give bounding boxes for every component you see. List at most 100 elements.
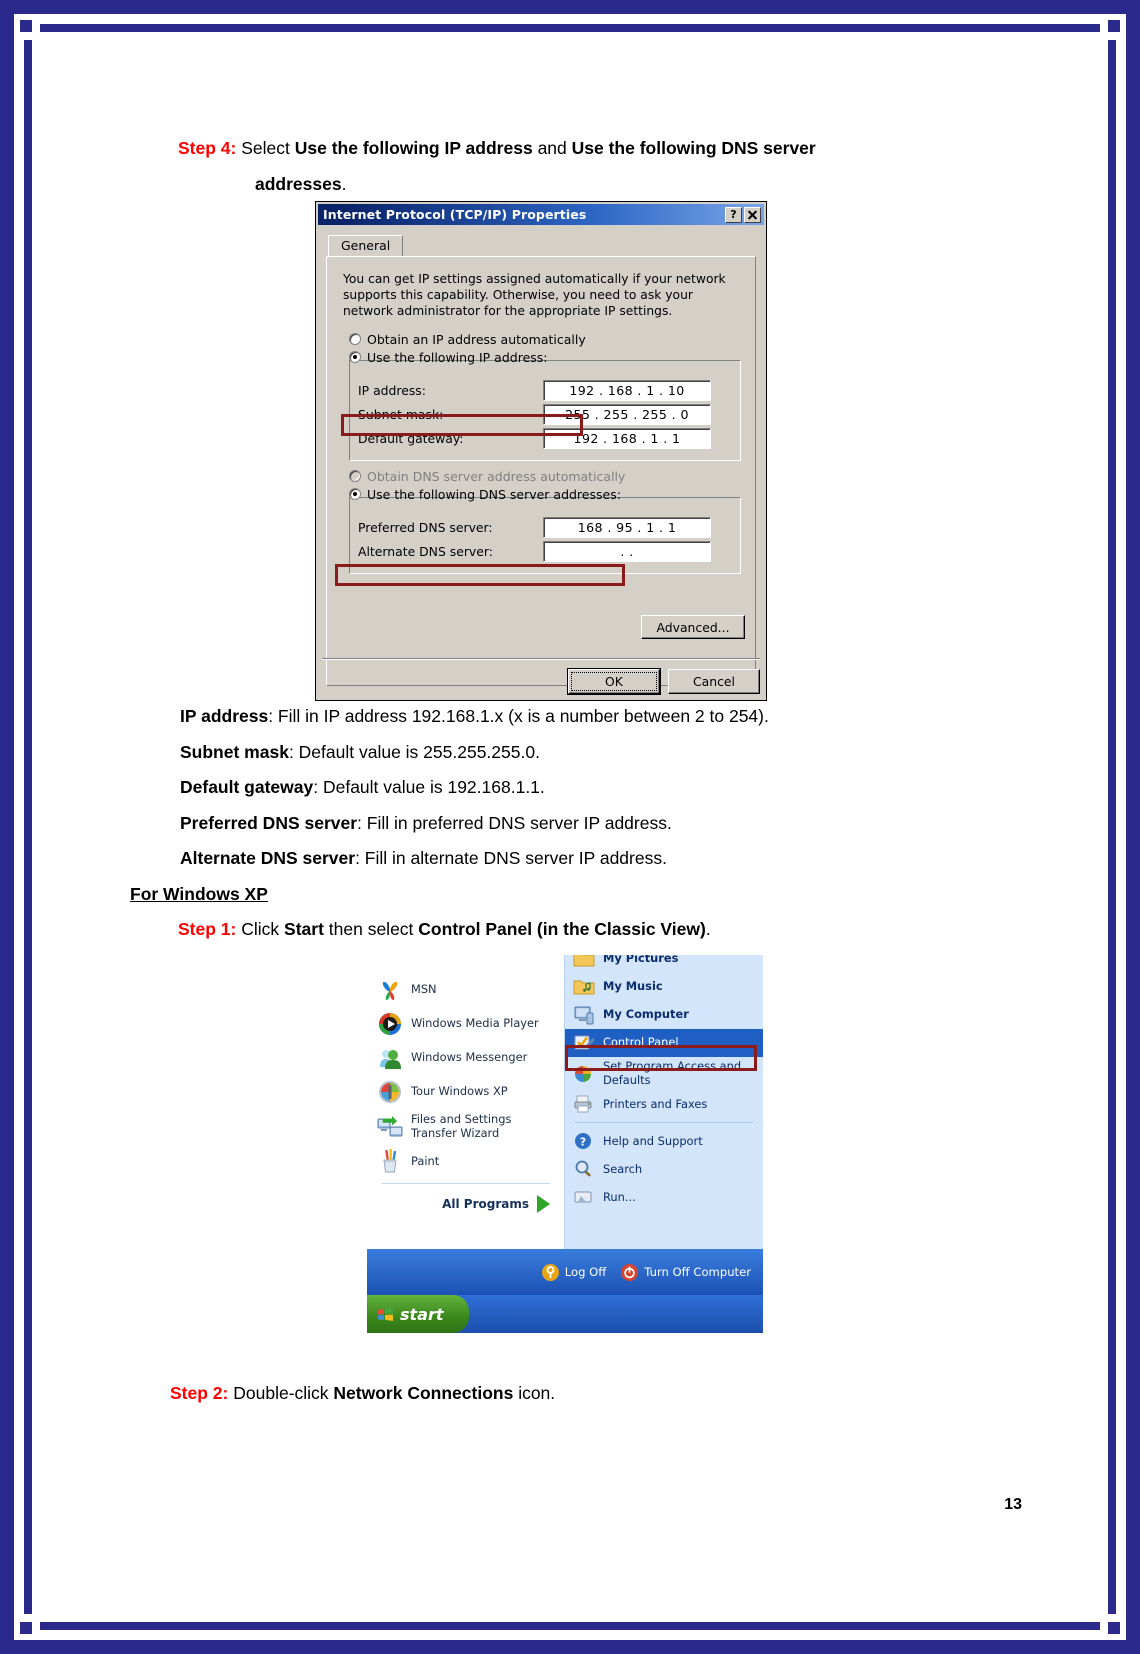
paint-icon: [377, 1148, 403, 1174]
dns-fields-group: Preferred DNS server: 168 . 95 . 1 . 1 A…: [349, 496, 741, 574]
start-menu-item-set-program-access-and-defaults[interactable]: Set Program Access and Defaults: [565, 1057, 763, 1090]
start-menu-item-label: Help and Support: [603, 1133, 703, 1148]
step2-label: Step 2:: [170, 1383, 229, 1403]
tcpip-properties-dialog: Internet Protocol (TCP/IP) Properties ? …: [316, 202, 766, 700]
start-menu-item-label: Run...: [603, 1189, 636, 1204]
dialog-footer: OK Cancel: [568, 669, 760, 694]
preferred-dns-row: Preferred DNS server: 168 . 95 . 1 . 1: [358, 516, 732, 538]
start-menu-item-printers-and-faxes[interactable]: Printers and Faxes: [565, 1090, 763, 1118]
start-menu-item-label: Set Program Access and Defaults: [603, 1059, 742, 1087]
turn-off-computer-button[interactable]: Turn Off Computer: [620, 1263, 751, 1282]
advanced-button[interactable]: Advanced...: [641, 615, 745, 639]
close-icon[interactable]: [744, 206, 761, 223]
start-menu-item-label: Windows Messenger: [411, 1050, 528, 1065]
alternate-dns-input[interactable]: . .: [543, 540, 711, 562]
start-menu-left-separator: [381, 1183, 550, 1185]
radio-button-icon[interactable]: [349, 333, 361, 346]
explanation-rest: : Default value is 192.168.1.1.: [313, 777, 545, 797]
explanation-rest: : Fill in alternate DNS server IP addres…: [355, 848, 667, 868]
start-menu-item-label: My Pictures: [603, 955, 679, 966]
section-heading-windows-xp: For Windows XP: [130, 884, 268, 904]
start-menu-item-label: Search: [603, 1161, 643, 1176]
explanation-alternate-dns: Alternate DNS server: Fill in alternate …: [180, 848, 667, 869]
ip-address-row: IP address: 192 . 168 . 1 . 10: [358, 379, 732, 401]
start-button[interactable]: start: [367, 1295, 469, 1333]
start-menu-item-tour-windows-xp[interactable]: Tour Windows XP: [367, 1075, 564, 1109]
alternate-dns-row: Alternate DNS server: . .: [358, 540, 732, 562]
preferred-dns-input[interactable]: 168 . 95 . 1 . 1: [543, 516, 711, 538]
start-menu-item-help-and-support[interactable]: ? Help and Support: [565, 1127, 763, 1155]
svg-text:?: ?: [580, 1136, 586, 1149]
explanation-default-gateway: Default gateway: Default value is 192.16…: [180, 777, 545, 798]
start-button-label: start: [400, 1304, 444, 1324]
control-panel-icon: [573, 1032, 595, 1054]
taskbar: start: [367, 1295, 763, 1333]
start-menu-item-control-panel[interactable]: Control Panel: [565, 1029, 763, 1057]
step1-bold-control-panel: Control Panel (in the Classic View): [418, 919, 706, 939]
tour-windows-icon: [377, 1079, 403, 1105]
radio-obtain-dns-automatically[interactable]: Obtain DNS server address automatically: [349, 469, 743, 484]
step1-instruction: Step 1: Click Start then select Control …: [178, 919, 711, 940]
preferred-dns-label: Preferred DNS server:: [358, 519, 493, 535]
dialog-titlebar: Internet Protocol (TCP/IP) Properties ?: [318, 204, 764, 225]
radio-use-following-dns[interactable]: Use the following DNS server addresses:: [349, 487, 743, 502]
run-icon: [573, 1186, 595, 1208]
start-menu-item-label: MSN: [411, 982, 437, 997]
page-number: 13: [1004, 1496, 1022, 1513]
step1-tail: .: [705, 919, 711, 939]
default-gateway-input[interactable]: 192 . 168 . 1 . 1: [543, 427, 711, 449]
ok-button[interactable]: OK: [568, 669, 660, 694]
log-off-icon: [541, 1263, 559, 1281]
triangle-right-icon: [537, 1195, 550, 1214]
log-off-button[interactable]: Log Off: [541, 1263, 606, 1282]
start-menu-item-label: My Computer: [603, 1007, 689, 1022]
dialog-separator: [322, 658, 760, 660]
explanation-term: Alternate DNS server: [180, 848, 356, 868]
start-menu-item-my-pictures[interactable]: My Pictures: [565, 955, 763, 973]
start-menu-item-windows-media-player[interactable]: Windows Media Player: [367, 1007, 564, 1041]
dialog-tabstrip: General: [328, 235, 756, 257]
radio-button-disabled-icon: [349, 470, 361, 483]
subnet-mask-row: Subnet mask: 255 . 255 . 255 . 0: [358, 403, 732, 425]
explanation-preferred-dns: Preferred DNS server: Fill in preferred …: [180, 813, 672, 834]
explanation-rest: : Fill in IP address 192.168.1.x (x is a…: [268, 706, 769, 726]
step2-tail: icon.: [518, 1383, 556, 1403]
dialog-title-text: Internet Protocol (TCP/IP) Properties: [323, 207, 587, 222]
start-menu-item-my-computer[interactable]: My Computer: [565, 1001, 763, 1029]
start-menu-item-paint[interactable]: Paint: [367, 1144, 564, 1178]
tab-general[interactable]: General: [328, 235, 404, 257]
radio-use-dns-label: Use the following DNS server addresses:: [367, 486, 621, 502]
help-icon[interactable]: ?: [725, 206, 742, 223]
explanation-rest: : Default value is 255.255.255.0.: [288, 742, 540, 762]
explanation-term: Subnet mask: [180, 742, 289, 762]
start-menu-item-label: Printers and Faxes: [603, 1096, 708, 1111]
start-menu-item-windows-messenger[interactable]: Windows Messenger: [367, 1041, 564, 1075]
radio-obtain-ip-automatically[interactable]: Obtain an IP address automatically: [349, 332, 743, 347]
radio-button-selected-icon[interactable]: [349, 488, 361, 501]
cancel-button[interactable]: Cancel: [668, 669, 760, 694]
start-menu-item-run[interactable]: Run...: [565, 1183, 763, 1211]
step4-instruction-cont: addresses.: [255, 172, 1035, 197]
start-menu-item-label: Windows Media Player: [411, 1016, 539, 1031]
search-magnifier-icon: [573, 1158, 595, 1180]
step1-bold-start: Start: [284, 919, 324, 939]
start-menu-screenshot: MSN Windows Media Player Windows Messeng…: [367, 955, 763, 1333]
start-menu-item-files-and-settings-transfer-wizard[interactable]: Files and Settings Transfer Wizard: [367, 1109, 564, 1144]
step4-bold-use-ip: Use the following IP address: [294, 138, 533, 158]
radio-button-selected-icon[interactable]: [349, 351, 361, 364]
subnet-mask-input[interactable]: 255 . 255 . 255 . 0: [543, 403, 711, 425]
start-menu-item-my-music[interactable]: My Music: [565, 973, 763, 1001]
explanation-subnet-mask: Subnet mask: Default value is 255.255.25…: [180, 742, 540, 763]
start-menu-item-search[interactable]: Search: [565, 1155, 763, 1183]
start-menu-item-msn[interactable]: MSN: [367, 973, 564, 1007]
start-menu-item-label: Control Panel: [603, 1035, 679, 1050]
focus-ring: [571, 672, 657, 691]
start-menu-all-programs[interactable]: All Programs: [367, 1189, 564, 1217]
document-content: Step 4: Select Use the following IP addr…: [0, 0, 1140, 1654]
ip-address-input[interactable]: 192 . 168 . 1 . 10: [543, 379, 711, 401]
step2-instruction: Step 2: Double-click Network Connections…: [170, 1383, 555, 1404]
start-menu-left-pane: MSN Windows Media Player Windows Messeng…: [367, 955, 564, 1249]
set-program-access-icon: [573, 1063, 595, 1085]
my-computer-icon: [573, 1004, 595, 1026]
radio-use-following-ip[interactable]: Use the following IP address:: [349, 350, 743, 365]
